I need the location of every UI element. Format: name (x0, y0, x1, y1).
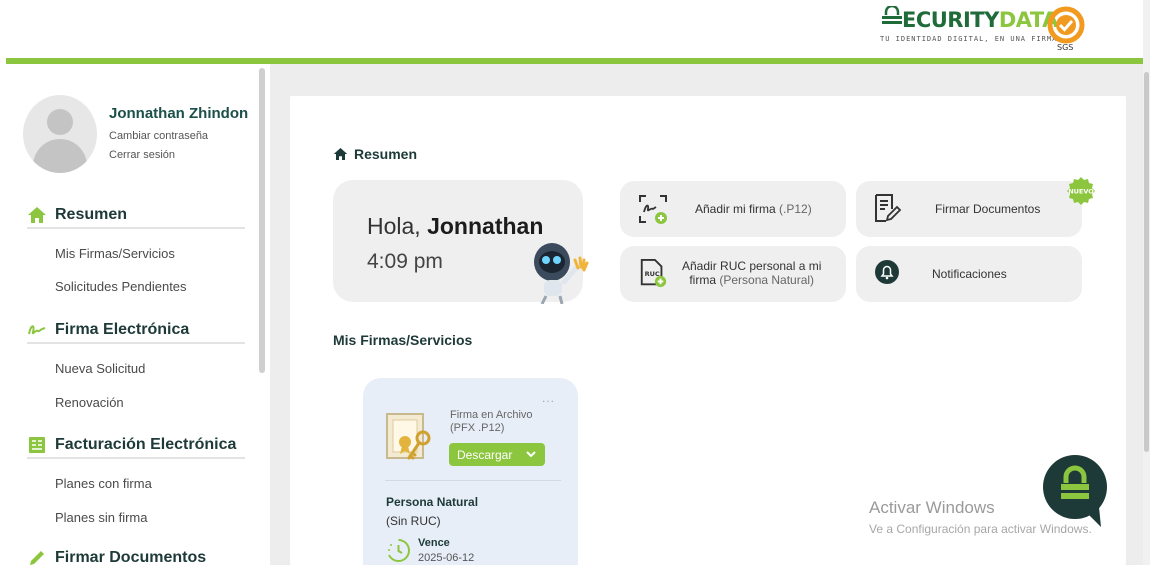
bell-icon (875, 260, 899, 284)
expires-date: 2025-06-12 (418, 552, 475, 564)
service-subtype: (Sin RUC) (386, 514, 441, 528)
sgs-certification-badge: SGS (1043, 6, 1089, 54)
certificate-key-icon (386, 413, 431, 460)
change-password-link[interactable]: Cambiar contraseña (109, 130, 208, 142)
logo-tagline: TU IDENTIDAD DIGITAL, EN UNA FIRMA. (880, 35, 1063, 43)
add-signature-button[interactable]: Añadir mi firma (.P12) (620, 181, 846, 237)
sign-documents-button[interactable]: Firmar Documentos (856, 181, 1082, 237)
support-chat-button[interactable] (1041, 453, 1109, 529)
sidebar-item-planes-con-firma[interactable]: Planes con firma (55, 476, 152, 491)
greeting-name: Jonnathan (427, 213, 544, 239)
home-icon (28, 207, 46, 223)
clock-icon (388, 539, 410, 562)
sidebar-item-solicitudes-pendientes[interactable]: Solicitudes Pendientes (55, 279, 187, 294)
user-name: Jonnathan Zhindon (109, 105, 249, 122)
services-section-title: Mis Firmas/Servicios (333, 332, 473, 348)
logout-link[interactable]: Cerrar sesión (109, 149, 175, 161)
sidebar-item-nueva-solicitud[interactable]: Nueva Solicitud (55, 361, 145, 376)
invoice-icon (29, 437, 45, 453)
sidebar-item-mis-firmas[interactable]: Mis Firmas/Servicios (55, 246, 175, 261)
notifications-button[interactable]: Notificaciones (856, 246, 1082, 302)
page-title: Resumen (333, 146, 417, 162)
check-badge-icon (1047, 6, 1085, 44)
sidebar-section-firmar-documentos[interactable]: Firmar Documentos (27, 546, 245, 565)
sidebar-section-facturacion[interactable]: Facturación Electrónica (27, 433, 245, 459)
card-menu-button[interactable]: ... (542, 391, 555, 405)
page-scrollbar-thumb[interactable] (1144, 72, 1149, 452)
sidebar-item-renovacion[interactable]: Renovación (55, 395, 124, 410)
home-icon (333, 148, 348, 160)
new-badge: NUEVO (1067, 177, 1095, 205)
signature-icon (28, 325, 46, 335)
service-type: Persona Natural (386, 495, 479, 509)
lock-logo-icon (882, 6, 902, 24)
current-time: 4:09 pm (367, 250, 443, 273)
sidebar-section-resumen[interactable]: Resumen (27, 203, 245, 229)
sidebar-scrollbar[interactable] (259, 68, 265, 373)
download-dropdown-button[interactable]: Descargar (449, 443, 545, 466)
sidebar-item-planes-sin-firma[interactable]: Planes sin firma (55, 510, 147, 525)
ruc-document-icon: RUC (640, 258, 667, 288)
sidebar-section-firma-electronica[interactable]: Firma Electrónica (27, 318, 245, 344)
robot-mascot-icon (534, 243, 589, 304)
add-ruc-button[interactable]: RUC Añadir RUC personal a mi firma (Pers… (620, 246, 846, 302)
chevron-down-icon (526, 451, 536, 458)
add-signature-icon (639, 195, 667, 224)
page-scrollbar[interactable] (1143, 0, 1150, 565)
svg-text:NUEVO: NUEVO (1068, 188, 1094, 196)
avatar[interactable] (23, 95, 97, 173)
security-data-logo[interactable]: ECURITYDATA TU IDENTIDAD DIGITAL, EN UNA… (878, 6, 1062, 52)
document-edit-icon (875, 194, 902, 222)
signature-service-card[interactable] (363, 378, 578, 565)
pencil-icon (30, 551, 44, 565)
windows-activation-title: Activar Windows (869, 498, 995, 517)
expires-label: Vence (418, 537, 450, 549)
card-divider (385, 480, 561, 481)
